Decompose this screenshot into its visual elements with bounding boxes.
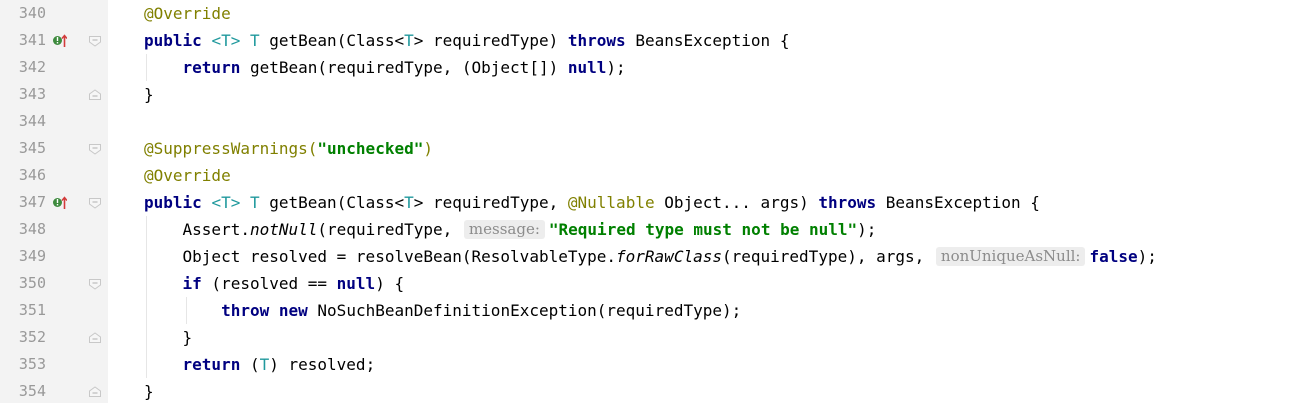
code-text: (requiredType, (317, 220, 462, 239)
type-parameter: T (404, 193, 414, 212)
code-line[interactable]: @SuppressWarnings("unchecked") (0, 135, 1304, 162)
code-text: Object... args) (654, 193, 819, 212)
string-literal: "Required type must not be null" (548, 220, 858, 239)
parameter-hint: message: (463, 220, 545, 239)
code-text: ); (1137, 247, 1157, 266)
code-area[interactable]: @Override public <T> T getBean(Class<T> … (0, 0, 1304, 403)
code-line[interactable]: if (resolved == null) { (0, 270, 1304, 297)
code-text: > requiredType, (413, 193, 568, 212)
type-parameter: T (404, 31, 414, 50)
code-editor[interactable]: 340 341 342 343 344 345 346 347 348 349 … (0, 0, 1304, 403)
type-parameter: T (259, 355, 270, 374)
code-line[interactable]: return getBean(requiredType, (Object[]) … (0, 54, 1304, 81)
keyword: new (278, 301, 308, 320)
static-method: forRawClass (616, 247, 722, 266)
code-text: } (144, 85, 154, 104)
code-line[interactable]: return (T) resolved; (0, 351, 1304, 378)
code-text: (requiredType), args, (721, 247, 934, 266)
code-text: > requiredType) (413, 31, 568, 50)
code-text: getBean(requiredType, (Object[]) (240, 58, 568, 77)
keyword: public (144, 31, 202, 50)
code-line[interactable]: Object resolved = resolveBean(Resolvable… (0, 243, 1304, 270)
keyword: null (336, 274, 376, 293)
code-text: BeansException { (876, 193, 1040, 212)
code-line[interactable]: @Override (0, 0, 1304, 27)
annotation: ) (423, 139, 433, 158)
code-text: ); (606, 58, 626, 77)
keyword: null (567, 58, 607, 77)
code-text: ) { (375, 274, 405, 293)
annotation: @Override (144, 4, 231, 23)
code-text: getBean(Class< (259, 193, 405, 212)
code-line[interactable]: } (0, 378, 1304, 405)
type-parameter: T (249, 31, 260, 50)
type-parameter: <T> (211, 31, 241, 50)
keyword: return (182, 58, 241, 77)
code-line[interactable]: public <T> T getBean(Class<T> requiredTy… (0, 189, 1304, 216)
keyword: public (144, 193, 202, 212)
code-line[interactable]: } (0, 324, 1304, 351)
parameter-hint: nonUniqueAsNull: (935, 247, 1086, 266)
code-line[interactable]: throw new NoSuchBeanDefinitionException(… (0, 297, 1304, 324)
code-line[interactable]: public <T> T getBean(Class<T> requiredTy… (0, 27, 1304, 54)
annotation: @Override (144, 166, 231, 185)
code-text: ( (240, 355, 260, 374)
code-text: getBean(Class< (259, 31, 405, 50)
type-parameter: T (249, 193, 260, 212)
keyword: false (1089, 247, 1138, 266)
code-text: (resolved == (201, 274, 337, 293)
code-line[interactable]: Assert.notNull(requiredType, message: "Re… (0, 216, 1304, 243)
code-text: Object resolved = resolveBean(Resolvable… (144, 247, 617, 266)
static-method: notNull (249, 220, 318, 239)
string-literal: "unchecked" (317, 139, 424, 158)
annotation: @Nullable (567, 193, 655, 212)
code-text: } (144, 328, 193, 347)
code-text: ) resolved; (269, 355, 376, 374)
type-parameter: <T> (211, 193, 241, 212)
keyword: return (182, 355, 241, 374)
code-line[interactable] (0, 108, 1304, 135)
code-text: BeansException { (625, 31, 790, 50)
keyword: if (182, 274, 202, 293)
code-text: NoSuchBeanDefinitionException(requiredTy… (307, 301, 742, 320)
keyword: throws (818, 193, 877, 212)
code-line[interactable]: @Override (0, 162, 1304, 189)
code-text: } (144, 382, 154, 401)
keyword: throws (567, 31, 626, 50)
keyword: throw (221, 301, 270, 320)
code-line[interactable]: } (0, 81, 1304, 108)
code-text: ); (857, 220, 877, 239)
annotation: @SuppressWarnings( (144, 139, 318, 158)
code-text: Assert. (144, 220, 250, 239)
